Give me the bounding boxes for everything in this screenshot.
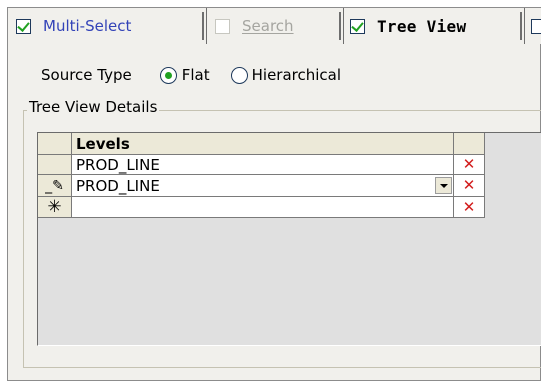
delete-row-button[interactable]: ✕ [454, 175, 485, 197]
window: Multi-Select Search Tree View Source Typ… [0, 0, 541, 381]
checkbox-next-tab[interactable] [531, 18, 541, 34]
radio-hierarchical-label: Hierarchical [251, 66, 342, 84]
header-selector-cell[interactable] [38, 133, 72, 155]
tab-multi-select[interactable]: Multi-Select [8, 8, 207, 44]
tab-separator [520, 12, 522, 40]
column-header-levels[interactable]: Levels [72, 133, 454, 155]
radio-flat[interactable]: Flat [159, 66, 210, 84]
pencil-icon: _✎ [45, 177, 64, 194]
table-row-editing[interactable]: _✎ PROD_LINE ✕ [38, 175, 485, 197]
radio-flat-label: Flat [181, 66, 210, 84]
grid-background: Levels PROD_LINE ✕ _✎ PROD_LINE ✕ ✳ ✕ [38, 133, 541, 345]
checkbox-multi-select[interactable] [16, 18, 31, 34]
tab-strip: Multi-Select Search Tree View [8, 8, 541, 44]
row-selector[interactable] [38, 155, 72, 175]
table-row[interactable]: PROD_LINE ✕ [38, 155, 485, 175]
level-cell-combobox[interactable]: PROD_LINE [72, 175, 454, 197]
group-title: Tree View Details [27, 98, 160, 116]
tab-separator [202, 12, 204, 40]
delete-row-button[interactable]: ✕ [454, 155, 485, 175]
tab-label-multi-select: Multi-Select [43, 17, 132, 35]
radio-flat-button[interactable] [159, 66, 177, 84]
close-icon: ✕ [462, 197, 476, 216]
delete-row-button[interactable]: ✕ [454, 197, 485, 218]
close-icon: ✕ [462, 155, 476, 173]
tab-tree-view[interactable]: Tree View [344, 8, 525, 44]
level-cell[interactable]: PROD_LINE [72, 155, 454, 175]
table-row-new[interactable]: ✳ ✕ [38, 197, 485, 218]
tab-label-tree-view: Tree View [377, 16, 467, 36]
grid-header-row: Levels [38, 133, 485, 155]
header-delete-column [454, 133, 485, 155]
asterisk-icon: ✳ [47, 197, 62, 217]
checkbox-tree-view[interactable] [350, 18, 365, 34]
radio-hierarchical-button[interactable] [230, 66, 248, 84]
source-type-label: Source Type [41, 66, 132, 84]
tab-separator [339, 12, 341, 40]
source-type-row: Source Type Flat Hierarchical [41, 66, 341, 84]
close-icon: ✕ [462, 176, 476, 194]
levels-grid[interactable]: Levels PROD_LINE ✕ _✎ PROD_LINE ✕ ✳ ✕ [37, 132, 541, 346]
checkbox-search[interactable] [215, 18, 230, 34]
tab-label-search: Search [242, 17, 294, 35]
row-selector-new[interactable]: ✳ [38, 197, 72, 218]
level-combobox-value: PROD_LINE [76, 176, 160, 195]
level-cell-new[interactable] [72, 197, 454, 218]
chevron-down-icon[interactable] [435, 177, 452, 194]
tab-search[interactable]: Search [207, 8, 344, 44]
tab-next[interactable] [525, 8, 541, 44]
radio-hierarchical[interactable]: Hierarchical [230, 66, 342, 84]
row-selector-editing[interactable]: _✎ [38, 175, 72, 197]
